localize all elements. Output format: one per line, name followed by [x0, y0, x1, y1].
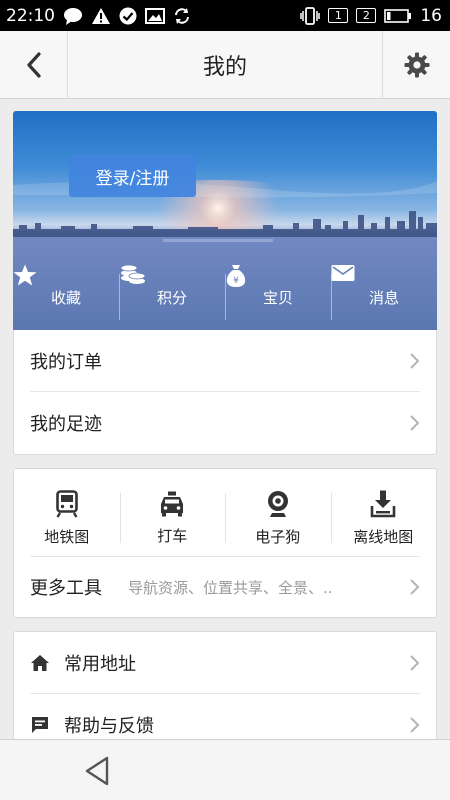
vibrate-icon: [300, 6, 321, 25]
chevron-right-icon: [410, 717, 420, 733]
tools-grid: 地铁图 打车 电子狗 离线地图: [14, 469, 436, 557]
subway-icon: [55, 489, 78, 518]
tools-card: 地铁图 打车 电子狗 离线地图 更多工具 导航资源、位置共享、全景、..: [13, 468, 437, 618]
app-header: 我的: [0, 30, 450, 99]
battery-level: 16: [420, 5, 442, 26]
coins-icon: [120, 264, 146, 284]
star-icon: [13, 264, 37, 286]
download-icon: [370, 490, 396, 517]
misc-list-card: 常用地址 帮助与反馈: [13, 631, 437, 756]
sim-1-icon: 1: [328, 8, 349, 23]
messages-button[interactable]: 消息: [331, 264, 437, 330]
help-feedback-label: 帮助与反馈: [64, 716, 154, 737]
system-nav-bar: [0, 739, 450, 800]
frequent-addresses-row[interactable]: 常用地址: [14, 632, 436, 694]
money-bag-icon: ¥: [226, 265, 246, 287]
chevron-right-icon: [410, 655, 420, 671]
messages-label: 消息: [368, 288, 399, 307]
speed-camera-button[interactable]: 电子狗: [225, 479, 331, 557]
more-tools-description: 导航资源、位置共享、全景、..: [128, 578, 333, 597]
offline-map-label: 离线地图: [353, 527, 414, 546]
points-button[interactable]: 积分: [119, 264, 225, 330]
favorites-button[interactable]: 收藏: [13, 264, 119, 330]
taxi-label: 打车: [157, 526, 188, 545]
my-footprints-label: 我的足迹: [30, 414, 102, 435]
account-list-card: 我的订单 我的足迹: [13, 330, 437, 455]
chevron-left-icon: [26, 51, 41, 78]
warning-icon: [91, 7, 111, 25]
favorites-label: 收藏: [50, 288, 81, 307]
speed-camera-label: 电子狗: [255, 527, 301, 546]
subway-map-label: 地铁图: [44, 527, 90, 546]
system-back-button[interactable]: [80, 754, 114, 788]
check-circle-icon: [119, 7, 137, 25]
treasure-label: 宝贝: [262, 288, 293, 307]
settings-button[interactable]: [382, 30, 450, 99]
sync-icon: [173, 7, 191, 25]
taxi-button[interactable]: 打车: [119, 479, 226, 557]
envelope-icon: [331, 265, 355, 281]
battery-icon: [384, 8, 412, 23]
status-right: 1 2 16: [300, 6, 442, 26]
my-orders-row[interactable]: 我的订单: [14, 330, 436, 392]
offline-map-button[interactable]: 离线地图: [330, 479, 437, 557]
chevron-right-icon: [410, 579, 420, 595]
profile-banner: 登录/注册 收藏 积分 ¥ 宝贝 消息: [13, 111, 437, 330]
more-tools-row[interactable]: 更多工具 导航资源、位置共享、全景、..: [14, 557, 436, 617]
feedback-icon: [30, 715, 50, 735]
status-bar: 22:10 1 2 16: [0, 0, 450, 31]
more-tools-label: 更多工具: [30, 578, 102, 599]
subway-map-button[interactable]: 地铁图: [14, 479, 120, 557]
chat-icon: [63, 7, 83, 25]
points-label: 积分: [156, 288, 187, 307]
taxi-icon: [161, 491, 184, 516]
gear-icon: [404, 52, 429, 77]
status-left: 22:10: [6, 6, 191, 26]
back-button[interactable]: [0, 30, 68, 99]
chevron-right-icon: [410, 415, 420, 431]
image-icon: [145, 7, 165, 24]
triangle-back-icon: [85, 756, 109, 786]
chevron-right-icon: [410, 353, 420, 369]
treasure-button[interactable]: ¥ 宝贝: [225, 264, 331, 330]
my-footprints-row[interactable]: 我的足迹: [14, 392, 436, 454]
banner-shortcuts: 收藏 积分 ¥ 宝贝 消息: [13, 264, 437, 330]
frequent-addresses-label: 常用地址: [64, 654, 136, 675]
home-icon: [30, 653, 50, 673]
login-register-button[interactable]: 登录/注册: [69, 155, 196, 197]
svg-text:¥: ¥: [233, 276, 239, 286]
webcam-icon: [267, 490, 288, 517]
sim-2-icon: 2: [356, 8, 377, 23]
status-time: 22:10: [6, 5, 55, 26]
my-orders-label: 我的订单: [30, 352, 102, 373]
page-title: 我的: [202, 54, 247, 80]
